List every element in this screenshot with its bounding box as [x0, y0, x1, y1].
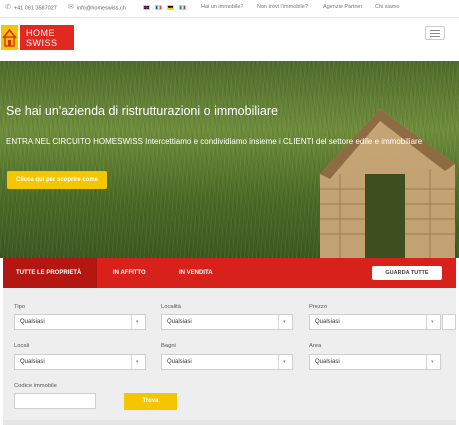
- tipo-select[interactable]: Qualsiasi ▾: [14, 314, 146, 330]
- area-label: Area: [309, 343, 322, 349]
- discover-how-button[interactable]: Clicca qui per scoprire come: [7, 171, 107, 189]
- hamburger-icon: [430, 30, 440, 31]
- prezzo-value: Qualsiasi: [315, 319, 340, 325]
- hamburger-icon-line: [430, 36, 440, 37]
- logo-line-home: HOME: [26, 28, 55, 38]
- codice-immobile-label: Codice immobile: [14, 383, 57, 389]
- gb-flag-icon[interactable]: [143, 5, 150, 10]
- view-all-button[interactable]: GUARDA TUTTE: [372, 266, 442, 280]
- hero-text: ENTRA NEL CIRCUITO HOMESWISS Intercettia…: [6, 137, 423, 146]
- tipo-label: Tipo: [14, 304, 26, 310]
- tipo-value: Qualsiasi: [20, 319, 45, 325]
- logo-line-swiss: SWISS: [26, 38, 58, 48]
- phone-number: +41 091 3587027: [13, 5, 57, 12]
- nav-chi-siamo[interactable]: Chi siamo: [375, 4, 399, 10]
- hero-title: Se hai un'azienda di ristrutturazioni o …: [6, 104, 278, 118]
- localita-value: Qualsiasi: [167, 319, 192, 325]
- localita-chevron-down-icon: ▾: [278, 315, 292, 329]
- envelope-icon: ✉: [68, 4, 74, 11]
- email-address: info@homeswiss.ch: [76, 5, 126, 12]
- prezzo-select[interactable]: Qualsiasi ▾: [309, 314, 441, 330]
- locali-value: Qualsiasi: [20, 359, 45, 365]
- house-logo-icon: [1, 25, 18, 50]
- prezzo-chevron-down-icon: ▾: [426, 315, 440, 329]
- prezzo-extra-field[interactable]: [442, 314, 456, 330]
- de-flag-icon[interactable]: [167, 5, 174, 10]
- tab-all-properties[interactable]: TUTTE LE PROPRIETÀ: [3, 258, 97, 288]
- top-bar: ✆ +41 091 3587027 ✉ info@homeswiss.ch Hai …: [0, 0, 459, 18]
- email-contact[interactable]: ✉ info@homeswiss.ch: [68, 4, 126, 12]
- bagni-chevron-down-icon: ▾: [278, 355, 292, 369]
- fr-flag-icon[interactable]: [155, 5, 162, 10]
- it-flag-icon[interactable]: [179, 5, 186, 10]
- nav-hai-un-immobile[interactable]: Hai un immobile?: [201, 4, 244, 10]
- phone-contact[interactable]: ✆ +41 091 3587027: [5, 4, 57, 12]
- bagni-select[interactable]: Qualsiasi ▾: [161, 354, 293, 370]
- hamburger-icon-line: [430, 33, 440, 34]
- search-submit-button[interactable]: Trova: [124, 393, 177, 410]
- codice-immobile-input[interactable]: [14, 393, 96, 409]
- localita-select[interactable]: Qualsiasi ▾: [161, 314, 293, 330]
- tipo-chevron-down-icon: ▾: [131, 315, 145, 329]
- locali-chevron-down-icon: ▾: [131, 355, 145, 369]
- wooden-house-image: [320, 109, 455, 258]
- tab-for-rent[interactable]: IN AFFITTO: [113, 258, 146, 288]
- menu-toggle-button[interactable]: [425, 26, 445, 40]
- nav-non-trovi-immobile[interactable]: Non trovi l'immobile?: [257, 4, 308, 10]
- language-switcher: [143, 5, 191, 12]
- localita-label: Località: [161, 304, 181, 310]
- hero-banner: Se hai un'azienda di ristrutturazioni o …: [0, 61, 459, 258]
- locali-select[interactable]: Qualsiasi ▾: [14, 354, 146, 370]
- area-chevron-down-icon: ▾: [426, 355, 440, 369]
- bagni-value: Qualsiasi: [167, 359, 192, 365]
- homeswiss-logo[interactable]: HOME SWISS: [1, 25, 74, 50]
- tab-for-sale[interactable]: IN VENDITA: [179, 258, 213, 288]
- area-value: Qualsiasi: [315, 359, 340, 365]
- prezzo-label: Prezzo: [309, 304, 328, 310]
- bagni-label: Bagni: [161, 343, 176, 349]
- nav-agenzie-partner[interactable]: Agenzie Partner: [323, 4, 362, 10]
- logo-wordmark: HOME SWISS: [20, 25, 74, 50]
- locali-label: Locali: [14, 343, 30, 349]
- panel-bottom-strip: [3, 420, 456, 425]
- phone-icon: ✆: [5, 4, 11, 11]
- area-select[interactable]: Qualsiasi ▾: [309, 354, 441, 370]
